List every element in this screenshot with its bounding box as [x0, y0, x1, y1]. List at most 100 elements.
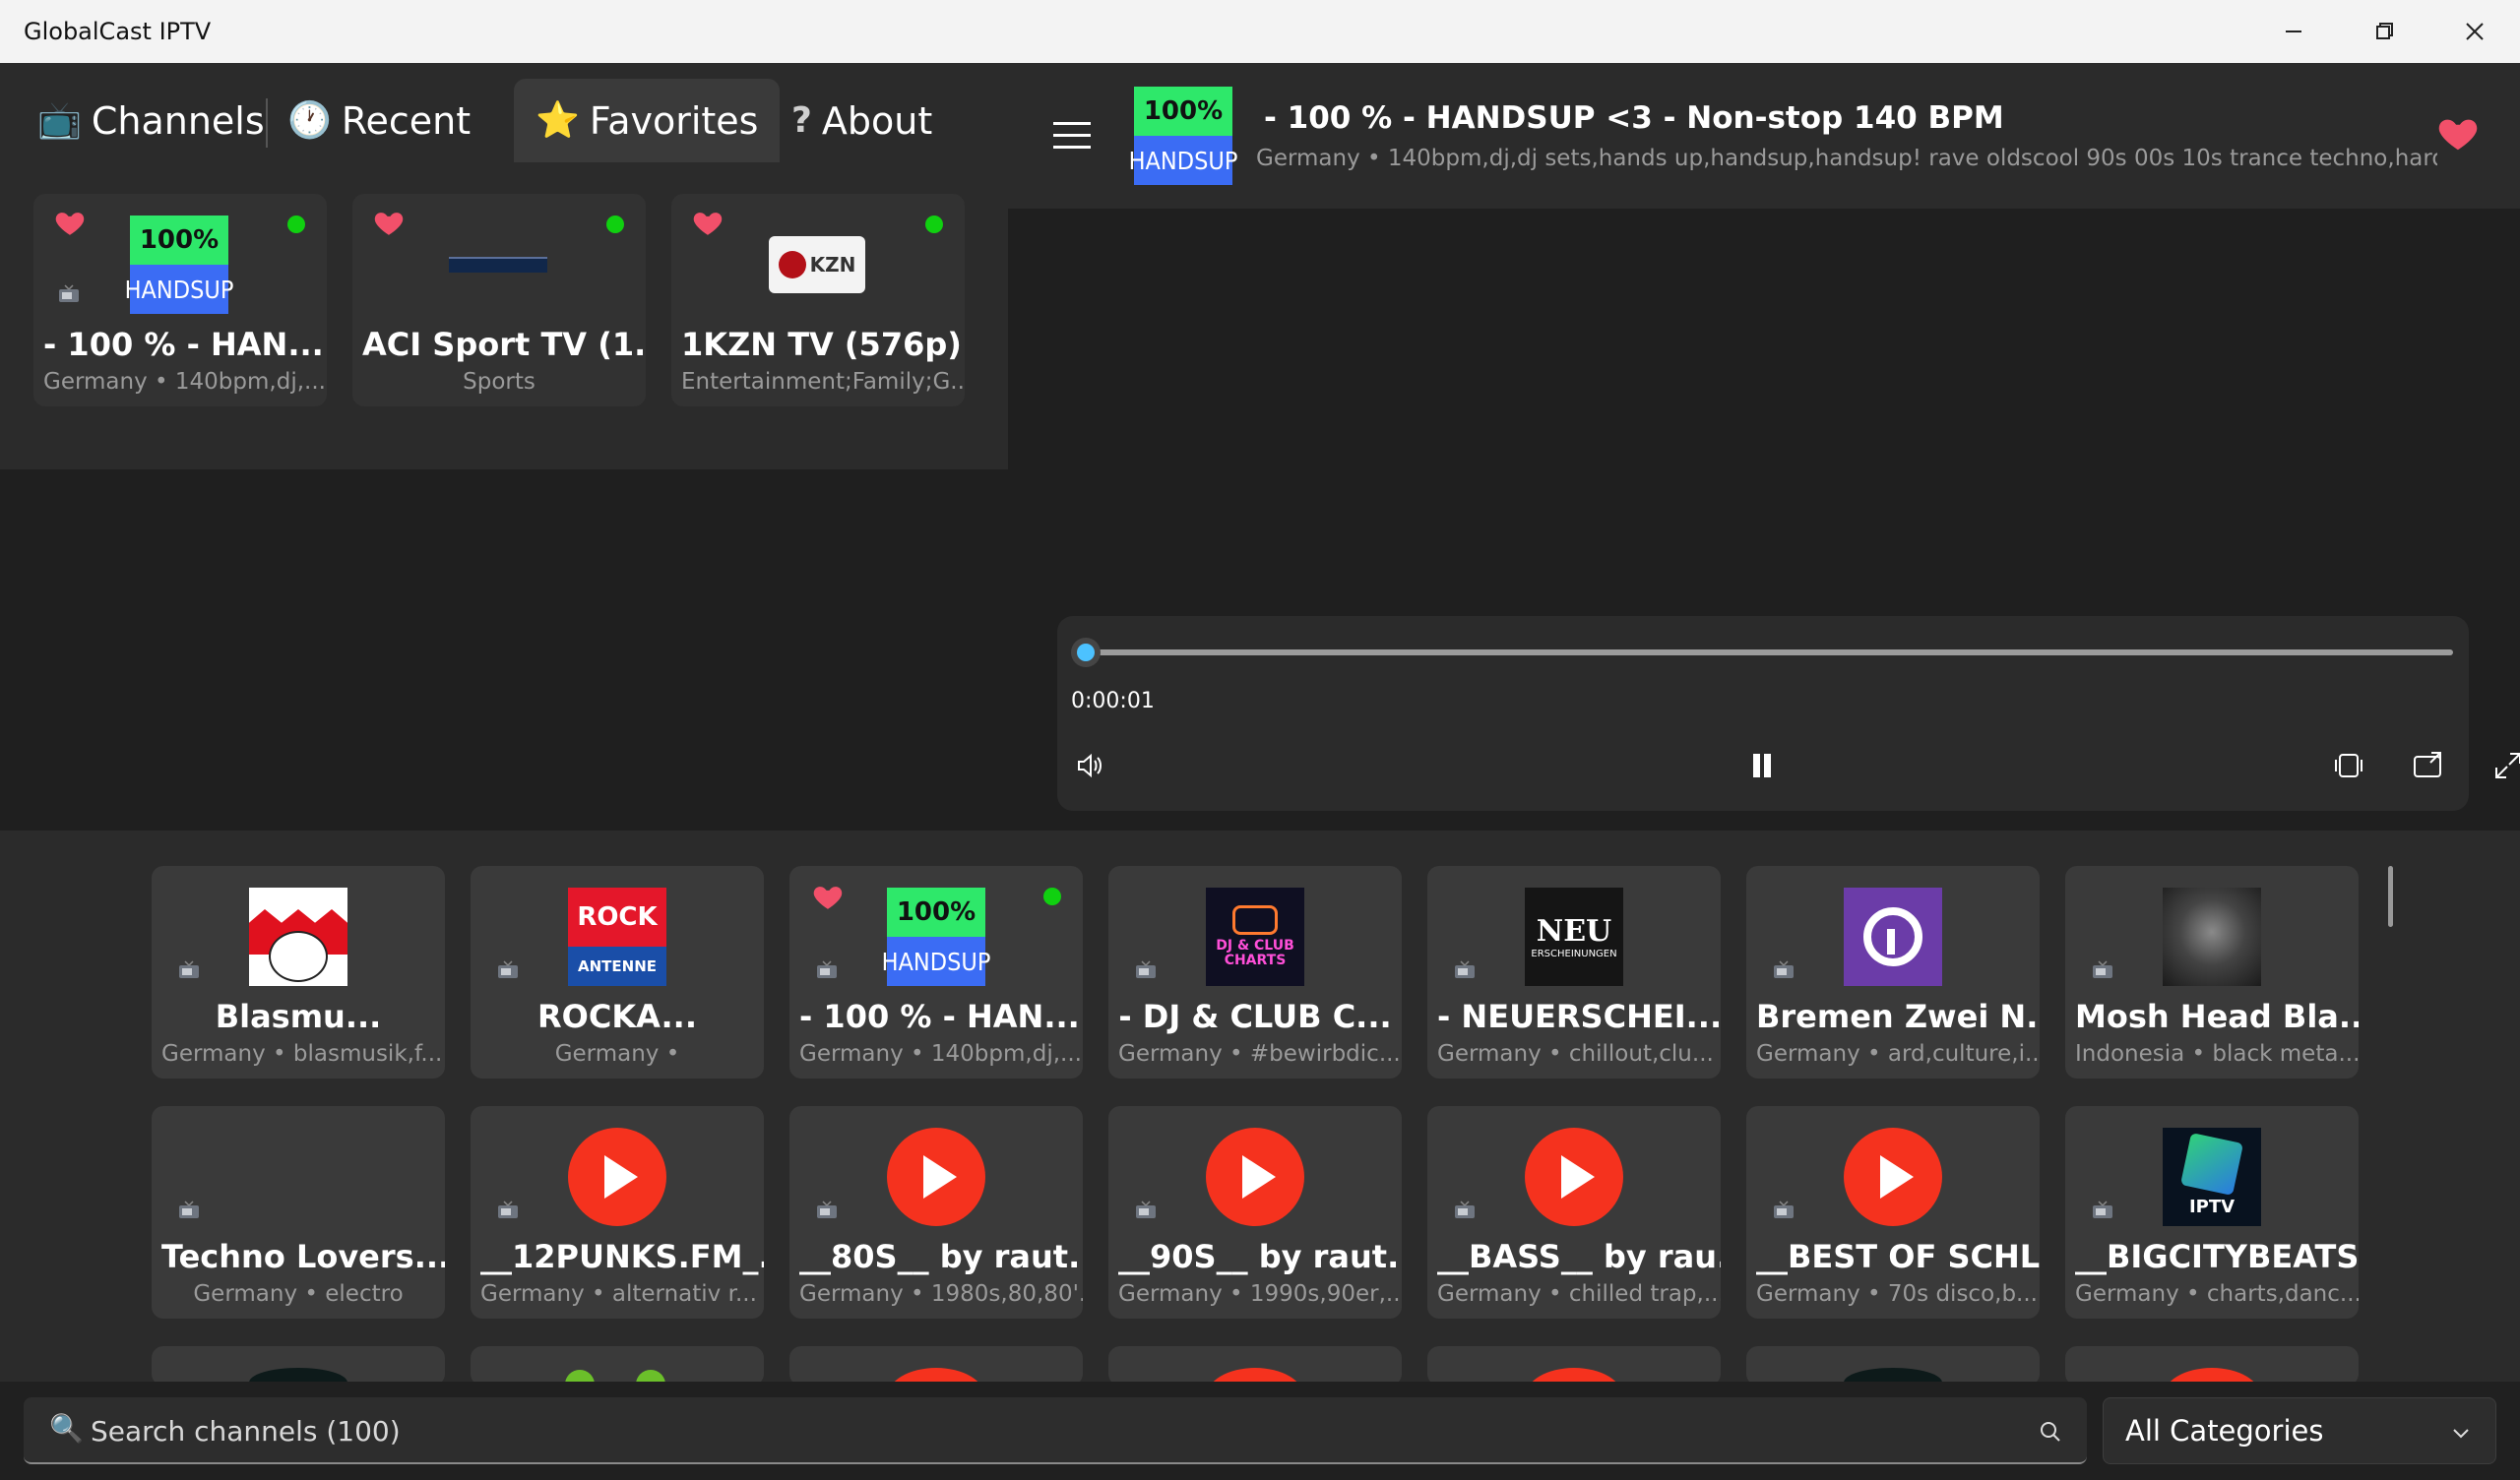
heart-icon[interactable]: [691, 206, 724, 239]
aspect-ratio-button[interactable]: [2327, 744, 2370, 787]
search-icon[interactable]: [2038, 1419, 2063, 1445]
channel-name: 1KZN TV (576p): [681, 326, 962, 363]
pause-button[interactable]: [1740, 744, 1784, 787]
channel-card[interactable]: [1746, 1346, 2040, 1382]
channel-name: __BASS__ by rau...: [1437, 1238, 1721, 1275]
tv-icon: [498, 960, 518, 978]
tv-icon: [2093, 960, 2112, 978]
tv-icon: [817, 960, 837, 978]
tv-icon: [1136, 960, 1156, 978]
channel-meta: Sports: [463, 369, 536, 395]
tab-divider: [266, 98, 268, 148]
channel-name: - DJ & CLUB C...: [1118, 998, 1392, 1035]
favorite-card[interactable]: 100% HANDSUP - 100 % - HAN... Germany • …: [33, 194, 327, 406]
channel-card[interactable]: Techno Lovers... Germany • electro: [152, 1106, 445, 1319]
favorite-heart-icon[interactable]: [2435, 110, 2481, 155]
favorites-list: 100% HANDSUP - 100 % - HAN... Germany • …: [0, 162, 1008, 469]
elapsed-time: 0:00:01: [1071, 689, 1155, 713]
channel-logo: [249, 888, 347, 986]
channel-meta: Germany • electro: [193, 1281, 404, 1307]
channel-grid: Blasmu... Germany • blasmusik,f... ROCK A…: [0, 831, 2520, 1382]
logo-text: HANDSUP: [882, 937, 990, 986]
channel-card[interactable]: IPTV __BIGCITYBEATS... Germany • charts,…: [2065, 1106, 2359, 1319]
logo-text: NEU: [1536, 914, 1612, 949]
channel-name: - NEUERSCHEI...: [1437, 998, 1721, 1035]
close-button[interactable]: [2429, 0, 2520, 63]
favorite-card[interactable]: ACI Sport TV (1... Sports: [352, 194, 646, 406]
channel-meta: Entertainment;Family;G...: [681, 369, 965, 395]
cast-button[interactable]: [2406, 744, 2449, 787]
logo-text: HANDSUP: [125, 265, 233, 314]
channel-meta: Germany • #bewirbdic...: [1118, 1041, 1401, 1067]
channel-card[interactable]: __12PUNKS.FM_... Germany • alternativ r.…: [471, 1106, 764, 1319]
channel-card[interactable]: [789, 1346, 1083, 1382]
channel-card[interactable]: 100% HANDSUP - 100 % - HAN... Germany • …: [789, 866, 1083, 1079]
channel-logo: [1525, 1128, 1623, 1226]
channel-card[interactable]: [1108, 1346, 1402, 1382]
channel-name: Bremen Zwei N...: [1756, 998, 2040, 1035]
minimize-button[interactable]: [2248, 0, 2339, 63]
scrollbar-thumb[interactable]: [2388, 866, 2393, 927]
channel-card[interactable]: [2065, 1346, 2359, 1382]
restore-icon: [2376, 23, 2393, 39]
channel-name: __BEST OF SCHL...: [1756, 1238, 2040, 1275]
category-dropdown[interactable]: All Categories: [2103, 1397, 2496, 1464]
seek-thumb[interactable]: [1071, 638, 1101, 667]
left-panel: 📺 Channels 🕐 Recent ⭐ Favorites ? About …: [0, 63, 1008, 469]
channel-logo: NEU ERSCHEINUNGEN: [1525, 888, 1623, 986]
channel-card[interactable]: Blasmu... Germany • blasmusik,f...: [152, 866, 445, 1079]
tv-icon: [1455, 960, 1475, 978]
channel-name: ROCKA...: [537, 998, 697, 1035]
logo-text: IPTV: [2188, 1196, 2236, 1217]
player-subtitle: Germany • 140bpm,dj,dj sets,hands up,han…: [1256, 146, 2437, 171]
seek-bar[interactable]: [1089, 649, 2453, 655]
tab-channels[interactable]: 📺 Channels: [37, 79, 265, 162]
logo-text: ERSCHEINUNGEN: [1531, 949, 1617, 959]
tab-recent[interactable]: 🕐 Recent: [287, 79, 471, 162]
channel-logo: ROCK ANTENNE: [568, 888, 666, 986]
tv-icon: [1455, 1201, 1475, 1218]
restore-button[interactable]: [2339, 0, 2429, 63]
menu-icon[interactable]: [1053, 122, 1091, 150]
search-input[interactable]: [91, 1409, 1961, 1452]
channel-card[interactable]: Bremen Zwei N... Germany • ard,culture,i…: [1746, 866, 2040, 1079]
channel-meta: Germany • chillout,clu...: [1437, 1041, 1714, 1067]
channel-card[interactable]: __BASS__ by rau... Germany • chilled tra…: [1427, 1106, 1721, 1319]
channel-card[interactable]: [471, 1346, 764, 1382]
cast-icon: [2414, 752, 2441, 777]
tab-label: Favorites: [589, 98, 759, 143]
player-controls: 0:00:01: [1057, 616, 2520, 811]
favorite-card[interactable]: KZN 1KZN TV (576p) Entertainment;Family;…: [671, 194, 965, 406]
channel-card[interactable]: NEU ERSCHEINUNGEN - NEUERSCHEI... Germany…: [1427, 866, 1721, 1079]
channel-meta: Germany • blasmusik,f...: [161, 1041, 443, 1067]
channel-name: - 100 % - HAN...: [799, 998, 1080, 1035]
tab-about[interactable]: ? About: [791, 79, 932, 162]
heart-icon[interactable]: [811, 880, 845, 913]
channel-card[interactable]: [1427, 1346, 1721, 1382]
channel-card[interactable]: __80S__ by raut... Germany • 1980s,80,80…: [789, 1106, 1083, 1319]
channel-card[interactable]: [152, 1346, 445, 1382]
question-icon: ?: [791, 99, 812, 141]
channel-card[interactable]: __90S__ by raut... Germany • 1990s,90er,…: [1108, 1106, 1402, 1319]
channel-meta: Germany • alternativ r...: [480, 1281, 757, 1307]
channel-card[interactable]: __BEST OF SCHL... Germany • 70s disco,b.…: [1746, 1106, 2040, 1319]
tv-icon: [817, 1201, 837, 1218]
tab-favorites[interactable]: ⭐ Favorites: [514, 79, 781, 162]
channel-card[interactable]: ROCK ANTENNE ROCKA... Germany •: [471, 866, 764, 1079]
volume-icon: [1078, 753, 1102, 778]
heart-icon[interactable]: [53, 206, 87, 239]
channel-logo: IPTV: [2163, 1128, 2261, 1226]
channel-card[interactable]: Mosh Head Bla... Indonesia • black meta.…: [2065, 866, 2359, 1079]
heart-icon[interactable]: [372, 206, 406, 239]
channel-name: Blasmu...: [215, 998, 382, 1035]
channel-meta: Germany • 1980s,80,80'...: [799, 1281, 1083, 1307]
channel-name: __12PUNKS.FM_...: [480, 1238, 764, 1275]
logo-text: HANDSUP: [1129, 136, 1237, 185]
channel-card[interactable]: DJ & CLUB CHARTS - DJ & CLUB C... German…: [1108, 866, 1402, 1079]
minimize-icon: [2286, 31, 2301, 32]
pause-icon: [1753, 754, 1771, 777]
fullscreen-button[interactable]: [2487, 744, 2520, 787]
search-box[interactable]: 🔍: [24, 1397, 2087, 1464]
volume-button[interactable]: [1069, 744, 1112, 787]
online-indicator: [925, 216, 943, 233]
